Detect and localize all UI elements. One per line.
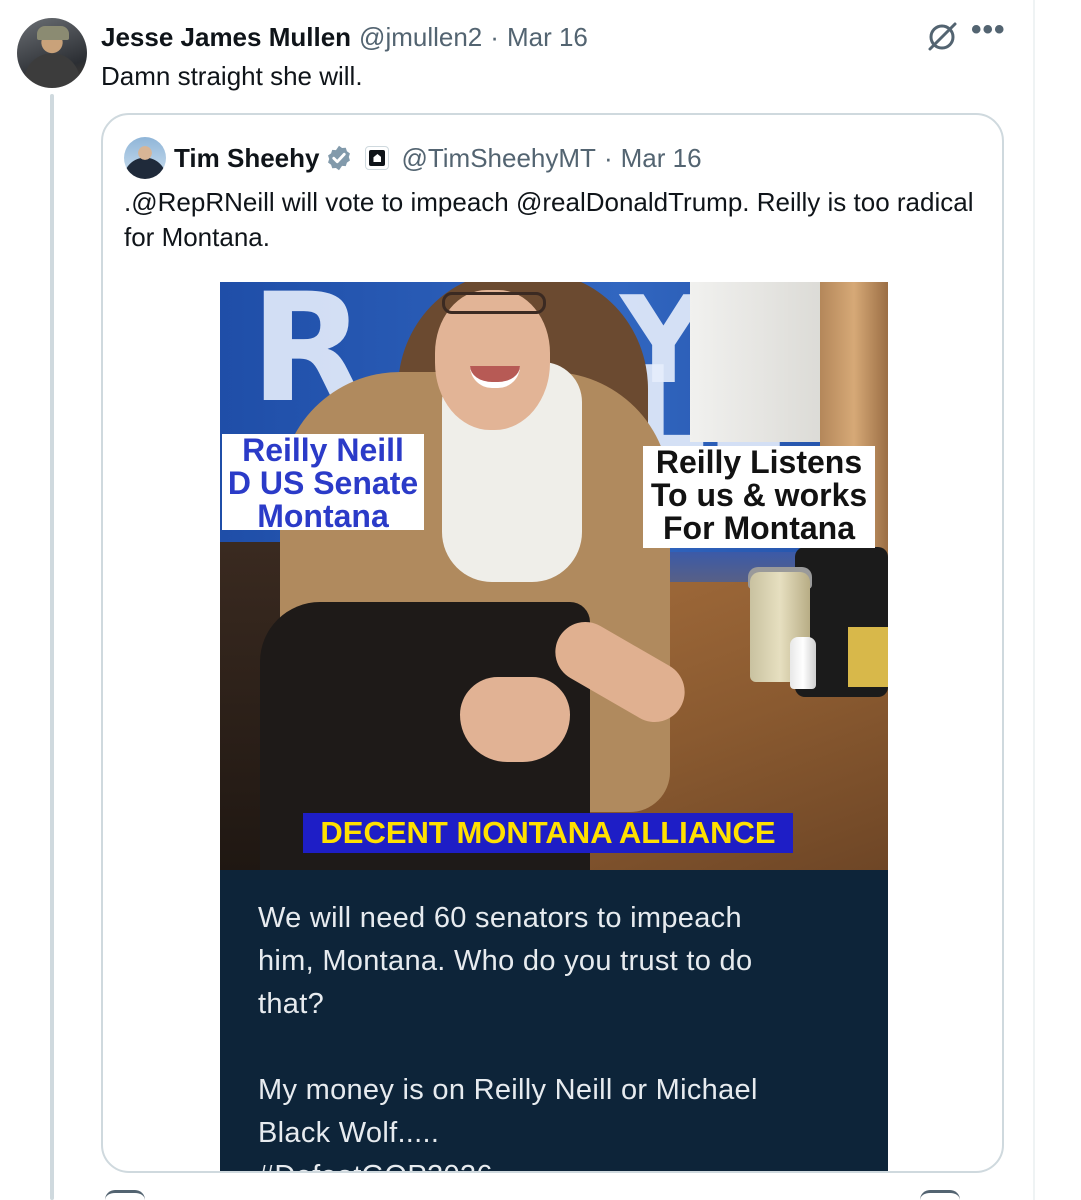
wall <box>690 282 840 442</box>
government-affiliation-icon[interactable] <box>365 146 390 170</box>
napkin-label <box>848 627 888 687</box>
tweet-header: Jesse James Mullen @jmullen2 · Mar 16 <box>101 20 588 54</box>
label-decent-montana-alliance: DECENT MONTANA ALLIANCE <box>303 813 793 853</box>
quoted-tweet-text: .@RepRNeill will vote to impeach @realDo… <box>124 187 974 252</box>
panel-line: him, Montana. Who do you trust to do <box>258 945 753 977</box>
quoted-tweet-header: Tim Sheehy @TimSheehyMT · Mar 16 <box>174 139 702 177</box>
glasses <box>442 292 546 314</box>
label-line: D US Senate <box>227 465 419 501</box>
label-line: To us & works <box>650 477 868 513</box>
hand <box>460 677 570 762</box>
quoted-tweet-date[interactable]: Mar 16 <box>621 143 702 174</box>
label-reilly-listens: Reilly Listens To us & works For Montana <box>643 446 875 548</box>
label-line: Reilly Listens <box>655 444 863 480</box>
timeline-border <box>1033 0 1035 1200</box>
panel-line: that? <box>258 988 324 1020</box>
quoted-tweet-card[interactable]: Tim Sheehy @TimSheehyMT · Mar 16 .@RepRN… <box>101 113 1004 1173</box>
share-icon[interactable] <box>920 1190 960 1200</box>
panel-text: We will need 60 senators to impeach him,… <box>258 897 858 1171</box>
label-line: For Montana <box>663 510 855 546</box>
grok-icon[interactable] <box>925 20 959 54</box>
quoted-author-name[interactable]: Tim Sheehy <box>174 143 319 174</box>
author-handle[interactable]: @jmullen2 <box>359 22 482 53</box>
thread-line <box>50 94 54 1200</box>
reply-icon[interactable] <box>105 1190 145 1200</box>
verified-badge-icon <box>328 145 351 171</box>
panel-line: My money is on Reilly Neill or Michael <box>258 1074 758 1106</box>
quoted-author-handle[interactable]: @TimSheehyMT <box>401 143 595 174</box>
campaign-photo: R Y LL Reilly Neill D US Senate <box>220 282 888 870</box>
more-options-icon[interactable]: ••• <box>971 15 1007 50</box>
quoted-tweet-image[interactable]: R Y LL Reilly Neill D US Senate <box>220 282 888 1171</box>
author-name[interactable]: Jesse James Mullen <box>101 22 351 53</box>
label-reilly-neill-senate: Reilly Neill D US Senate Montana <box>222 432 424 534</box>
salt-shaker <box>790 637 816 689</box>
panel-line: Black Wolf..... <box>258 1117 440 1149</box>
label-line: Montana <box>257 498 389 534</box>
tweet-date[interactable]: Mar 16 <box>507 22 588 53</box>
author-avatar[interactable] <box>17 18 87 88</box>
panel-line: #DefeatGOP2026 <box>258 1155 858 1171</box>
panel-line: We will need 60 senators to impeach <box>258 902 742 934</box>
label-line: Reilly Neill <box>242 432 404 468</box>
quoted-author-avatar[interactable] <box>124 137 166 179</box>
tweet-text: Damn straight she will. <box>101 61 363 91</box>
header-separator: · <box>490 21 499 52</box>
quoted-header-separator: · <box>603 142 613 173</box>
image-text-panel: We will need 60 senators to impeach him,… <box>220 870 888 1171</box>
